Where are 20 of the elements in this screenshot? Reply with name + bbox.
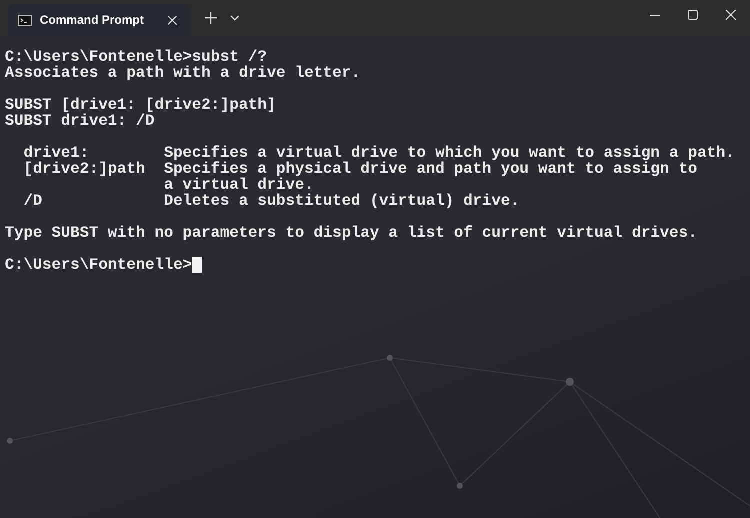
terminal-line: C:\Users\Fontenelle>subst /? <box>5 48 268 66</box>
maximize-icon <box>688 10 698 20</box>
terminal-line: SUBST [drive1: [drive2:]path] <box>5 96 276 114</box>
close-icon <box>168 16 176 24</box>
terminal-line: [drive2:]path Specifies a physical drive and path you want to assign to <box>22 160 698 178</box>
terminal-icon <box>18 14 32 26</box>
tab[interactable]: Command Prompt <box>8 4 190 36</box>
terminal-line: a virtual drive. <box>163 176 314 194</box>
close-icon <box>726 10 736 20</box>
terminal-line: SUBST drive1: /D <box>5 112 155 130</box>
minimize-icon <box>650 14 660 16</box>
plus-icon <box>205 12 217 24</box>
terminal-line: Associates a path with a drive letter. <box>5 64 361 82</box>
text-cursor <box>192 257 202 273</box>
tab-title: Command Prompt <box>40 12 146 29</box>
chevron-down-icon <box>230 15 240 21</box>
terminal-line: Type SUBST with no parameters to display a list of current virtual drives. <box>5 224 698 242</box>
terminal-line: drive1: Specifies a virtual drive to which you want to assign a path. <box>22 144 735 162</box>
terminal-line: /D Deletes a substituted (virtual) drive. <box>22 192 520 210</box>
command-prompt: C:\Users\Fontenelle> <box>5 256 192 274</box>
